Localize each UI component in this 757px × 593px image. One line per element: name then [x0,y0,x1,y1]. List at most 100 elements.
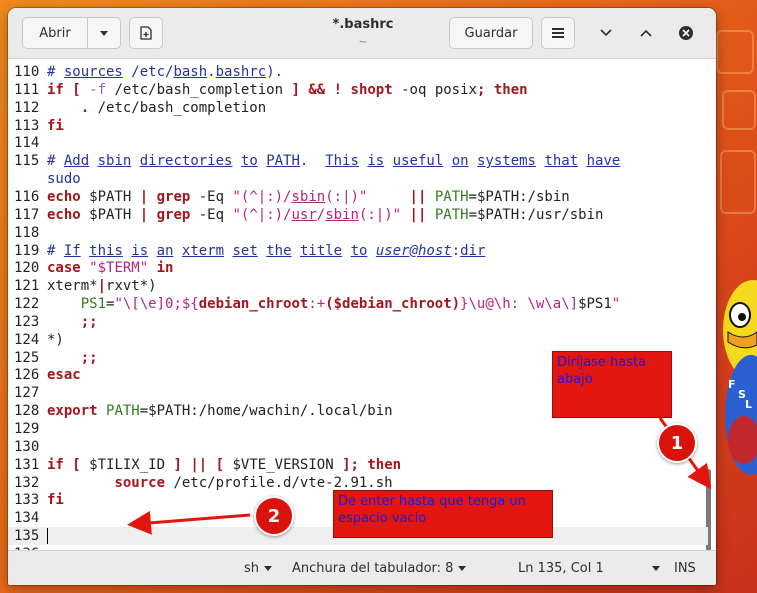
code-token: source [114,474,166,491]
cursor-position-selector[interactable]: Ln 135, Col 1 [518,561,660,576]
annotation-note-1: Diríjase hasta abajo [552,351,672,418]
code-token: " [611,296,621,313]
open-recent-dropdown[interactable] [87,17,121,49]
code-token: the [266,242,292,259]
line-number: 123 [14,313,40,330]
line-code: sudo [47,170,81,188]
code-line[interactable]: 129 [8,420,708,438]
code-token: user@host [375,242,452,259]
tab-width-selector[interactable]: Anchura del tabulador: 8 [292,561,467,576]
code-token: export [47,403,98,420]
line-code: fi [47,491,64,509]
new-document-button[interactable] [129,17,163,49]
line-code: echo $PATH | grep -Eq "(^|:)/usr/sbin(:|… [47,206,603,224]
code-token: esac [47,367,81,384]
code-token: title [299,242,343,259]
svg-text:L: L [745,398,752,411]
line-code: source /etc/profile.d/vte-2.91.sh [47,474,392,492]
code-token: to [350,242,368,259]
code-line[interactable]: 119 # If this is an xterm set the title t… [8,242,708,260]
code-token: echo [47,206,81,223]
close-icon [679,26,693,40]
code-token: then [493,81,528,98]
code-line[interactable]: 116 echo $PATH | grep -Eq "(^|:)/sbin(:|)… [8,188,708,206]
language-selector[interactable]: sh [244,561,273,576]
save-button[interactable]: Guardar [449,17,533,49]
line-code: esac [47,366,81,384]
annotation-note-2: De enter hasta que tenga un espacio vací… [333,490,553,538]
desktop-decoration [722,90,756,130]
code-token: : [451,242,461,259]
code-line[interactable]: 118 [8,224,708,242]
code-line[interactable]: sudo [8,170,708,188]
code-line[interactable]: 114 [8,134,708,152]
code-line[interactable]: 120 case "$TERM" in [8,259,708,277]
code-token: rxvt*) [106,278,157,295]
code-token: ]; [342,456,359,473]
code-token: -f [89,81,107,98]
code-line[interactable]: 112 . /etc/bash_completion [8,99,708,117]
line-number: 132 [14,474,40,491]
code-token: to [240,153,258,170]
close-button[interactable] [674,21,698,45]
line-number: 111 [14,81,40,98]
code-token: grep [156,206,191,223]
code-token: $PS1 [578,296,612,313]
code-token: (:|)" [325,188,368,205]
insert-mode-indicator[interactable]: INS [674,561,696,576]
code-line[interactable]: 111 if [ -f /etc/bash_completion ] && ! s… [8,81,708,99]
code-token: PS1 [80,296,107,313]
text-editor[interactable]: 110 # sources /etc/bash.bashrc). 111 if [ -… [8,59,716,550]
code-token: if [47,456,64,473]
code-token: if [47,81,64,98]
chevron-down-icon [600,29,612,37]
line-number: 129 [14,421,40,437]
open-button[interactable]: Abrir [22,17,88,49]
document-path: ~ [358,35,368,48]
line-number: 128 [14,403,40,420]
code-token: xterm* [47,278,98,295]
code-line[interactable]: 121 xterm*|rxvt*) [8,277,708,295]
line-number: 124 [14,331,40,348]
code-line[interactable]: 130 [8,438,708,456]
code-token: || [409,206,427,223]
code-line[interactable]: 132 source /etc/profile.d/vte-2.91.sh [8,474,708,492]
code-token: # [47,153,64,170]
code-line[interactable]: 122 PS1="\[\e]0;${debian_chroot:+($debia… [8,295,708,313]
text-cursor [47,528,48,545]
code-line[interactable]: 113 fi [8,117,708,135]
code-line[interactable]: 123 ;; [8,313,708,331]
code-token: | [97,278,107,295]
code-line[interactable]: 117 echo $PATH | grep -Eq "(^|:)/usr/sbin… [8,206,708,224]
maximize-button[interactable] [634,21,658,45]
line-code: # sources /etc/bash.bashrc). [47,63,283,81]
line-number: 110 [14,64,40,80]
code-line[interactable]: 115 # Add sbin directories to PATH. This … [8,152,708,170]
code-line[interactable]: 124 *) [8,331,708,349]
save-button-label: Guardar [464,25,518,41]
line-number: 120 [14,260,40,277]
menu-button[interactable] [541,17,575,49]
line-code: if [ -f /etc/bash_completion ] && ! shop… [47,81,528,99]
code-token: $PATH [80,188,140,205]
insert-mode-label: INS [674,561,696,576]
code-line[interactable]: 110 # sources /etc/bash.bashrc). [8,63,708,81]
code-token: directories [139,153,233,170]
code-token: on [451,153,469,170]
header-bar: Abrir *.bashrc ~ Guardar [8,8,716,59]
line-number: 112 [14,99,40,116]
minimize-button[interactable] [594,21,618,45]
code-line[interactable]: 131 if [ $TILIX_ID ] || [ $VTE_VERSION ];… [8,456,708,474]
